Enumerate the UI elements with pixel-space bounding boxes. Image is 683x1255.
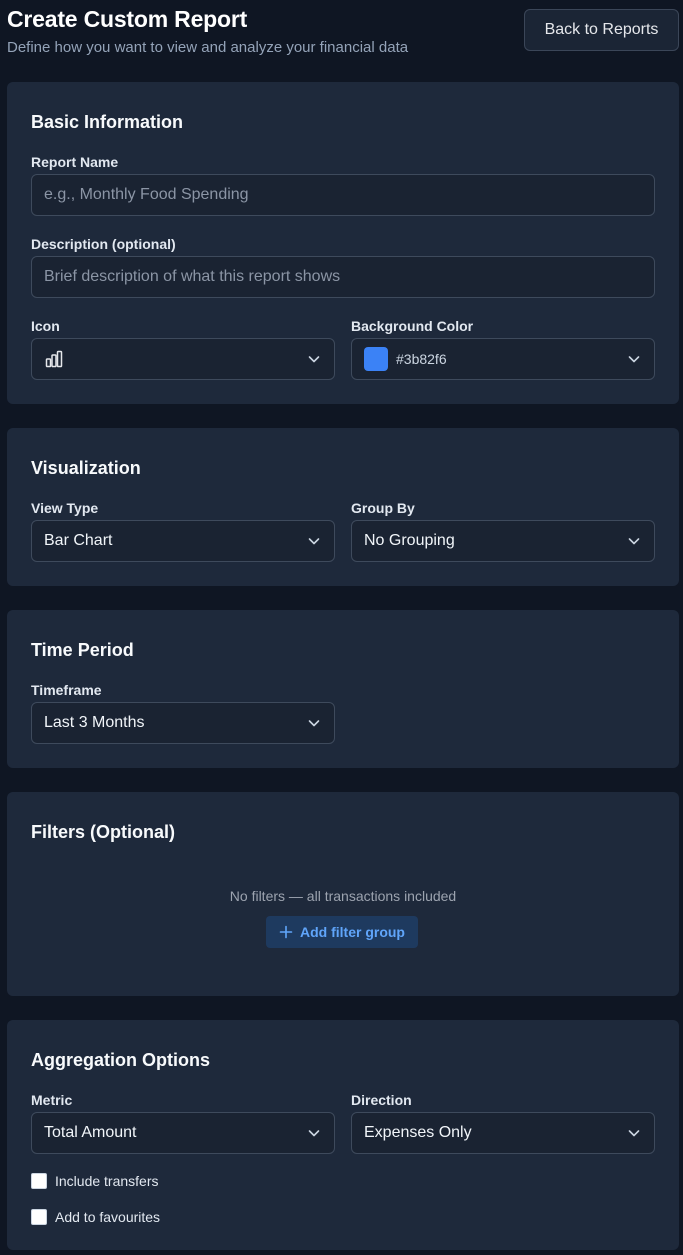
report-name-label: Report Name (31, 154, 119, 170)
report-name-input[interactable] (31, 174, 655, 216)
page-header: Create Custom Report Define how you want… (7, 6, 679, 66)
metric-select[interactable]: Total Amount (31, 1112, 335, 1154)
filters-empty-text: No filters — all transactions included (229, 888, 457, 904)
chevron-down-icon (306, 351, 322, 367)
direction-label: Direction (351, 1092, 412, 1108)
description-label: Description (optional) (31, 236, 176, 252)
direction-value: Expenses Only (364, 1124, 472, 1141)
bar-chart-icon (45, 350, 63, 368)
time-period-card: Time Period Timeframe Last 3 Months (7, 610, 679, 768)
color-swatch (364, 347, 388, 371)
visualization-title: Visualization (31, 458, 141, 478)
filters-card: Filters (Optional) No filters — all tran… (7, 792, 679, 996)
back-to-reports-button[interactable]: Back to Reports (524, 9, 679, 51)
basic-information-title: Basic Information (31, 112, 184, 132)
icon-label: Icon (31, 318, 60, 334)
background-color-label: Background Color (351, 318, 474, 334)
visualization-card: Visualization View Type Bar Chart Group … (7, 428, 679, 586)
time-period-title: Time Period (31, 640, 134, 660)
add-to-favourites-row[interactable]: Add to favourites (31, 1209, 160, 1225)
group-by-select[interactable]: No Grouping (351, 520, 655, 562)
chevron-down-icon (626, 351, 642, 367)
add-to-favourites-label: Add to favourites (55, 1209, 161, 1225)
group-by-value: No Grouping (364, 532, 455, 549)
background-color-select[interactable]: #3b82f6 (351, 338, 655, 380)
description-input[interactable] (31, 256, 655, 298)
basic-information-card: Basic Information Report Name Descriptio… (7, 82, 679, 404)
view-type-select[interactable]: Bar Chart (31, 520, 335, 562)
view-type-label: View Type (31, 500, 99, 516)
timeframe-select[interactable]: Last 3 Months (31, 702, 335, 744)
chevron-down-icon (306, 715, 322, 731)
aggregation-options-title: Aggregation Options (31, 1050, 210, 1070)
view-type-value: Bar Chart (44, 532, 113, 549)
direction-select[interactable]: Expenses Only (351, 1112, 655, 1154)
include-transfers-checkbox[interactable] (31, 1173, 47, 1189)
chevron-down-icon (626, 533, 642, 549)
timeframe-label: Timeframe (31, 682, 102, 698)
add-filter-group-button[interactable]: Add filter group (266, 916, 418, 948)
aggregation-options-card: Aggregation Options Metric Total Amount … (7, 1020, 679, 1250)
background-color-value: #3b82f6 (396, 351, 447, 367)
metric-label: Metric (31, 1092, 73, 1108)
add-filter-group-label: Add filter group (300, 924, 405, 940)
metric-value: Total Amount (44, 1124, 137, 1141)
include-transfers-label: Include transfers (55, 1173, 159, 1189)
include-transfers-row[interactable]: Include transfers (31, 1173, 159, 1189)
filters-title: Filters (Optional) (31, 822, 175, 842)
icon-select-value (44, 349, 306, 369)
plus-icon (279, 925, 293, 939)
chevron-down-icon (306, 1125, 322, 1141)
chevron-down-icon (306, 533, 322, 549)
add-to-favourites-checkbox[interactable] (31, 1209, 47, 1225)
group-by-label: Group By (351, 500, 415, 516)
chevron-down-icon (626, 1125, 642, 1141)
timeframe-value: Last 3 Months (44, 714, 145, 731)
icon-select[interactable] (31, 338, 335, 380)
